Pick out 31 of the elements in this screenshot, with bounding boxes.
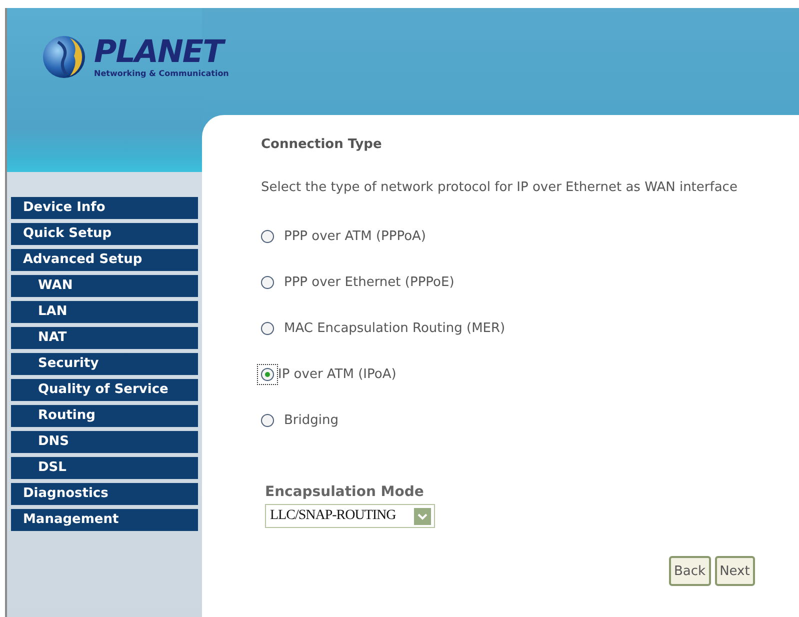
sidebar-item[interactable]: DNS <box>11 431 198 453</box>
sidebar-item[interactable]: Security <box>11 353 198 375</box>
radio-option[interactable]: PPP over Ethernet (PPPoE) <box>261 272 799 292</box>
nav-button[interactable]: Back <box>669 556 711 586</box>
description-text: Select the type of network protocol for IP over Ethernet as WAN interface <box>261 179 738 197</box>
sidebar-item[interactable]: Management <box>11 509 198 531</box>
brand-logo: PLANET <box>94 35 229 69</box>
sidebar-item[interactable]: Routing <box>11 405 198 427</box>
sidebar-item[interactable]: WAN <box>11 275 198 297</box>
radio-option[interactable]: MAC Encapsulation Routing (MER) <box>261 318 799 338</box>
radio-button[interactable] <box>261 414 274 426</box>
sidebar-item[interactable]: Device Info <box>11 197 198 219</box>
radio-button[interactable] <box>261 276 274 288</box>
caret-icon <box>414 508 431 524</box>
section-title: Connection Type <box>261 136 383 154</box>
sidebar-item[interactable]: Diagnostics <box>11 483 198 505</box>
sidebar-item[interactable]: Quick Setup <box>11 223 198 245</box>
radio-option[interactable]: Bridging <box>261 410 799 430</box>
sidebar-item[interactable]: Advanced Setup <box>11 249 198 271</box>
sidebar-item[interactable]: LAN <box>11 301 198 323</box>
radio-option[interactable]: PPP over ATM (PPPoA) <box>261 226 799 246</box>
radio-button[interactable] <box>261 230 274 242</box>
radio-button[interactable] <box>261 322 274 334</box>
sidebar-item[interactable]: DSL <box>11 457 198 479</box>
radio-button[interactable] <box>261 368 274 380</box>
nav-button[interactable]: Next <box>714 556 755 586</box>
sidebar-item[interactable]: NAT <box>11 327 198 349</box>
brand-tagline: Networking & Communication <box>94 69 229 79</box>
encapsulation-dropdown[interactable]: LLC/SNAP-ROUTING <box>265 504 435 528</box>
field-label: Encapsulation Mode <box>265 483 425 502</box>
sidebar-item[interactable]: Quality of Service <box>11 379 198 401</box>
